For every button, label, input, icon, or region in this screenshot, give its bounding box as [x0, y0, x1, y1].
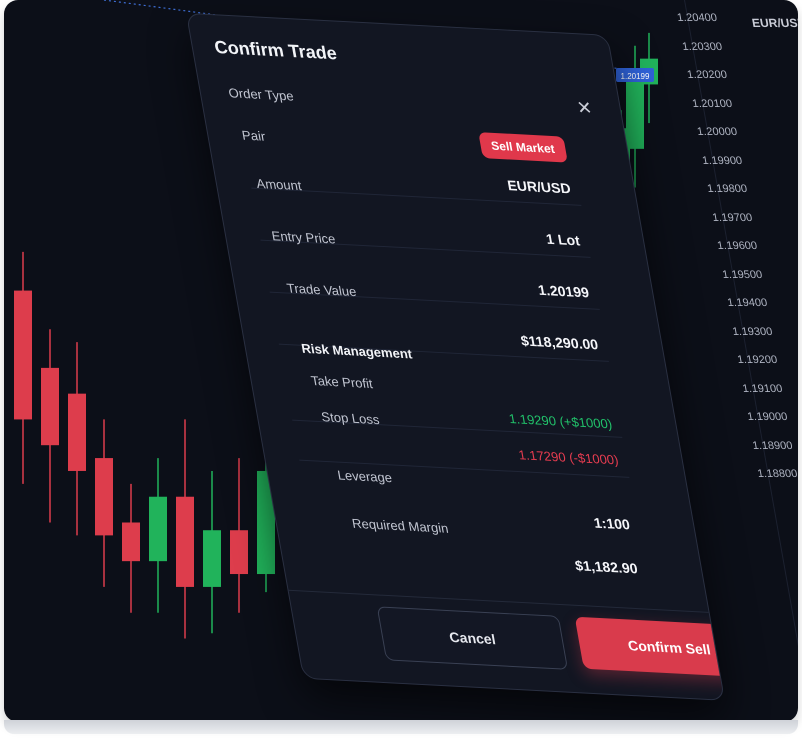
price-axis-tick: 1.19600	[716, 240, 759, 252]
order-type-badge: Sell Market	[477, 132, 568, 163]
price-axis-tick: 1.19900	[701, 154, 744, 167]
price-axis-tick: 1.18900	[751, 439, 794, 452]
risk-management-title: Risk Management	[300, 340, 414, 362]
price-axis-tick: 1.20300	[681, 40, 724, 53]
bearish-candle	[95, 419, 113, 587]
candle-body	[68, 393, 86, 471]
bullish-candle	[149, 458, 167, 613]
trade-value-label: Trade Value	[285, 280, 358, 300]
candle-body	[149, 496, 167, 562]
trade-value-value: $118,290.00	[519, 332, 600, 353]
stop-loss-value: 1.17290 (-$1000)	[517, 447, 620, 468]
bearish-candle	[122, 483, 140, 613]
pair-value: EUR/USD	[506, 177, 572, 197]
price-axis-tick: 1.19500	[721, 268, 764, 281]
price-axis-pair: EUR/USD	[750, 16, 798, 30]
candle-body	[203, 530, 221, 587]
required-margin-value: $1,182.90	[573, 557, 639, 577]
candle-body	[176, 496, 194, 587]
price-axis-tick: 1.19300	[731, 325, 774, 338]
close-icon[interactable]: ✕	[575, 98, 594, 120]
bearish-candle	[230, 458, 248, 613]
price-axis-tick: 1.20400	[676, 12, 718, 24]
order-type-label: Order Type	[227, 85, 295, 104]
price-axis-tick: 1.19800	[706, 183, 749, 195]
bearish-candle	[14, 251, 32, 484]
candle-body	[122, 522, 140, 562]
price-axis-tick: 1.19200	[736, 354, 779, 366]
bearish-candle	[68, 342, 86, 536]
leverage-value: 1:100	[592, 514, 632, 533]
price-axis-tick: 1.19100	[741, 382, 784, 395]
cancel-button[interactable]: Cancel	[376, 606, 569, 670]
amount-value: 1 Lot	[544, 230, 582, 249]
price-axis-tick: 1.20000	[696, 126, 739, 138]
bearish-candle	[176, 419, 194, 639]
amount-label: Amount	[255, 175, 303, 194]
candle-body	[95, 458, 113, 536]
pair-label: Pair	[240, 127, 267, 144]
bearish-candle	[41, 329, 59, 523]
take-profit-value: 1.19290 (+$1000)	[507, 411, 614, 432]
required-margin-label: Required Margin	[350, 515, 450, 536]
price-axis-tick: 1.19700	[711, 211, 754, 224]
trading-app-window: 1.20199 EUR/USD 1.20400 1.20300 1.20200 1.2…	[4, 0, 798, 722]
dialog-title: Confirm Trade	[212, 36, 339, 64]
window-shadow	[4, 720, 798, 734]
candle-body	[230, 530, 248, 575]
price-axis-tick: 1.19400	[726, 297, 769, 309]
leverage-label: Leverage	[336, 467, 394, 486]
candle-body	[41, 367, 59, 446]
price-axis-tick: 1.20100	[691, 97, 734, 110]
confirm-sell-button[interactable]: Confirm Sell	[574, 616, 726, 679]
stop-loss-label: Stop Loss	[320, 409, 381, 428]
price-axis-tick: 1.18800	[756, 468, 798, 480]
price-axis-tick: 1.19000	[746, 411, 789, 423]
entry-price-label: Entry Price	[270, 228, 337, 247]
take-profit-label: Take Profit	[309, 372, 374, 392]
candle-body	[14, 290, 32, 420]
entry-price-value: 1.20199	[536, 281, 591, 301]
bullish-candle	[203, 470, 221, 634]
footer-divider	[288, 589, 709, 613]
price-axis-tick: 1.20200	[686, 69, 729, 81]
